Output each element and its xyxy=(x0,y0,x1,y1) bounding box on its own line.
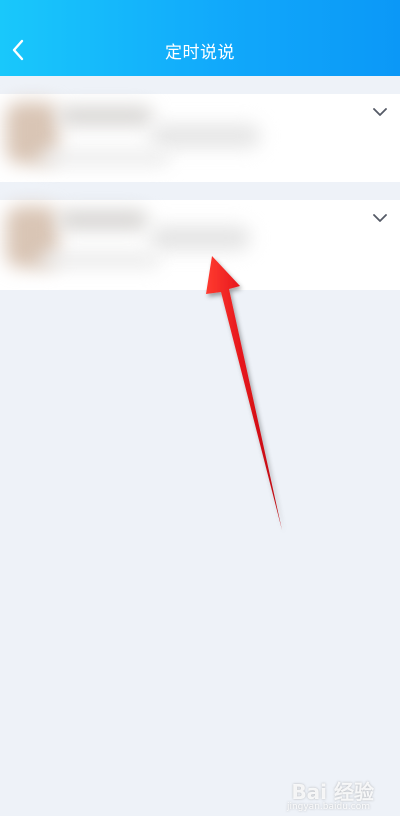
scheduled-post-item[interactable] xyxy=(0,94,400,182)
blurred-text xyxy=(40,252,160,268)
watermark-logo: Bai 经验 xyxy=(291,780,374,804)
page-title: 定时说说 xyxy=(165,43,235,63)
scheduled-post-item[interactable] xyxy=(0,200,400,290)
blurred-text xyxy=(58,106,153,126)
chevron-down-icon[interactable] xyxy=(372,213,388,223)
watermark-url: jingyan.baidu.com xyxy=(286,802,370,812)
blurred-text xyxy=(58,210,148,230)
blurred-text xyxy=(150,226,250,250)
chevron-down-icon[interactable] xyxy=(372,107,388,117)
app-header: 定时说说 xyxy=(0,0,400,76)
blurred-text xyxy=(150,124,260,148)
blurred-text xyxy=(40,150,170,166)
